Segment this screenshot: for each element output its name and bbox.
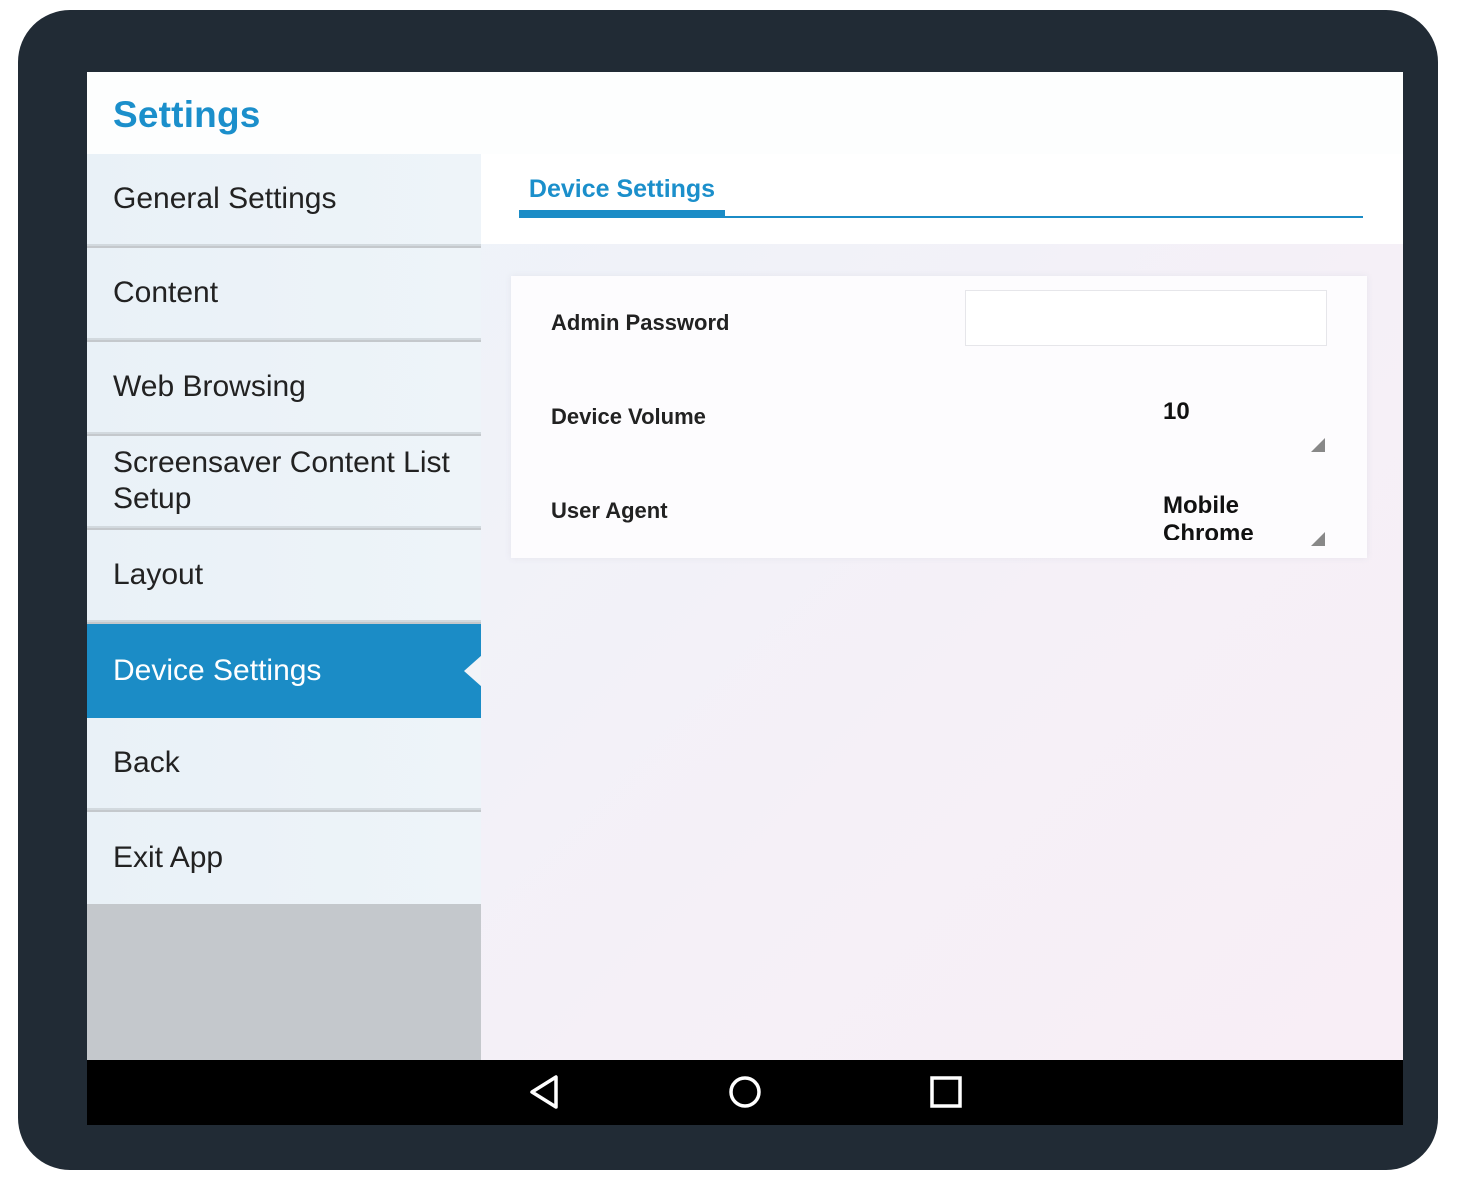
sidebar-item-content[interactable]: Content: [87, 248, 481, 340]
sidebar-item-device-settings[interactable]: Device Settings: [87, 624, 482, 718]
user-agent-value: Mobile Chrome: [1163, 492, 1254, 540]
device-volume-label: Device Volume: [551, 404, 706, 429]
sidebar-item-exit-app[interactable]: Exit App: [87, 812, 481, 904]
sidebar: General Settings Content Web Browsing Sc…: [87, 154, 482, 1060]
sidebar-item-back[interactable]: Back: [87, 718, 481, 810]
user-agent-dropdown[interactable]: Mobile Chrome: [1163, 486, 1333, 550]
sidebar-item-web-browsing[interactable]: Web Browsing: [87, 342, 481, 434]
setting-row-user-agent: User Agent Mobile Chrome: [511, 464, 1367, 558]
page-title: Settings: [113, 94, 261, 135]
device-volume-dropdown[interactable]: 10: [1163, 392, 1333, 456]
sidebar-item-layout[interactable]: Layout: [87, 530, 481, 622]
circle-home-icon: [729, 1076, 761, 1108]
tablet-frame: Settings General Settings Content Web Br…: [18, 10, 1438, 1170]
square-recents-icon: [930, 1076, 962, 1108]
sidebar-item-general-settings[interactable]: General Settings: [87, 154, 481, 246]
settings-card: Admin Password Device Volume 10 User Age…: [511, 276, 1367, 558]
active-indicator-notch: [464, 655, 482, 687]
user-agent-label: User Agent: [551, 498, 668, 523]
setting-row-device-volume: Device Volume 10: [511, 370, 1367, 464]
dropdown-arrow-icon: [1311, 438, 1325, 452]
tab-bar: Device Settings: [481, 154, 1403, 244]
nav-back-button[interactable]: [525, 1072, 565, 1112]
sidebar-item-screensaver-content-list-setup[interactable]: Screensaver Content List Setup: [87, 436, 481, 528]
tablet-screen: Settings General Settings Content Web Br…: [87, 72, 1403, 1125]
nav-recents-button[interactable]: [926, 1072, 966, 1112]
tab-active-indicator: [519, 210, 725, 218]
settings-content: Device Settings Admin Password Device Vo…: [481, 154, 1403, 1060]
app-header: Settings: [87, 72, 1403, 154]
device-volume-value: 10: [1163, 398, 1190, 425]
dropdown-arrow-icon: [1311, 532, 1325, 546]
nav-home-button[interactable]: [725, 1072, 765, 1112]
android-navigation-bar: [87, 1060, 1403, 1125]
admin-password-label: Admin Password: [551, 310, 730, 335]
triangle-back-icon: [530, 1075, 558, 1109]
sidebar-item-label: Device Settings: [113, 654, 322, 687]
admin-password-input[interactable]: [965, 290, 1327, 346]
setting-row-admin-password: Admin Password: [511, 276, 1367, 370]
